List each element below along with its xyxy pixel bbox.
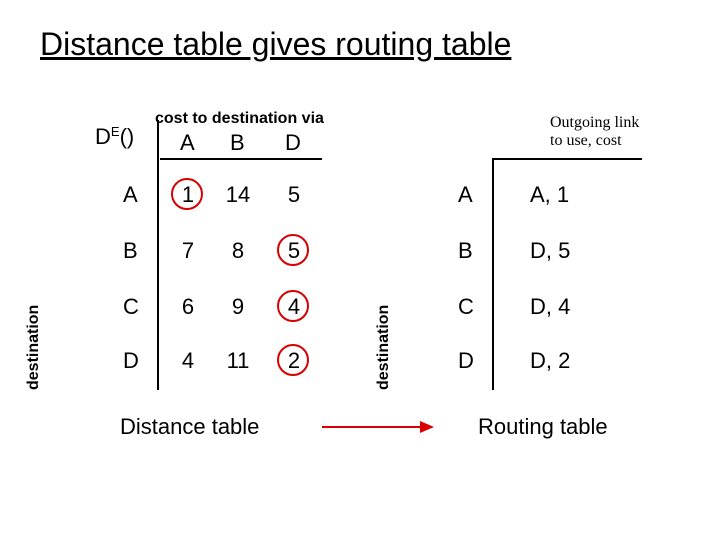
cell-a-b: 14 — [223, 182, 253, 208]
arrow-right-icon — [322, 426, 432, 428]
col-header-a: A — [180, 130, 195, 156]
subtitle-line2: to use, cost — [550, 132, 622, 149]
min-circle-icon — [277, 290, 309, 322]
routing-table-caption: Routing table — [478, 414, 608, 440]
de-sup: E — [111, 124, 120, 139]
distance-table-caption: Distance table — [120, 414, 259, 440]
table-vline — [157, 120, 159, 390]
cell-c-a: 6 — [173, 294, 203, 320]
col-header-b: B — [230, 130, 245, 156]
cell-d-b: 11 — [223, 348, 253, 374]
distance-table-subtitle: cost to destination via — [155, 110, 324, 128]
routing-value-d: D, 2 — [530, 348, 570, 374]
cell-d-a: 4 — [173, 348, 203, 374]
cell-c-b: 9 — [223, 294, 253, 320]
row-header-b: B — [123, 238, 138, 264]
destination-axis-label: destination — [25, 305, 43, 390]
cell-a-d: 5 — [279, 182, 309, 208]
routing-value-b: D, 5 — [530, 238, 570, 264]
distance-table-symbol: DE() — [95, 124, 134, 150]
row-header-d: D — [458, 348, 474, 374]
min-circle-icon — [277, 344, 309, 376]
row-header-c: C — [123, 294, 139, 320]
row-header-b: B — [458, 238, 473, 264]
table-vline — [492, 158, 494, 390]
row-header-d: D — [123, 348, 139, 374]
destination-axis-label: destination — [375, 305, 393, 390]
row-header-a: A — [458, 182, 473, 208]
de-base: D — [95, 124, 111, 149]
row-header-a: A — [123, 182, 138, 208]
routing-value-a: A, 1 — [530, 182, 569, 208]
subtitle-line1: Outgoing link — [550, 114, 639, 131]
routing-table-subtitle: Outgoing link to use, cost — [550, 114, 639, 151]
min-circle-icon — [277, 234, 309, 266]
table-hline — [492, 158, 642, 160]
de-paren: () — [120, 124, 135, 149]
row-header-c: C — [458, 294, 474, 320]
min-circle-icon — [171, 178, 203, 210]
page-title: Distance table gives routing table — [40, 26, 511, 63]
table-hline — [160, 158, 322, 160]
cell-b-a: 7 — [173, 238, 203, 264]
cell-b-b: 8 — [223, 238, 253, 264]
routing-value-c: D, 4 — [530, 294, 570, 320]
col-header-d: D — [285, 130, 301, 156]
